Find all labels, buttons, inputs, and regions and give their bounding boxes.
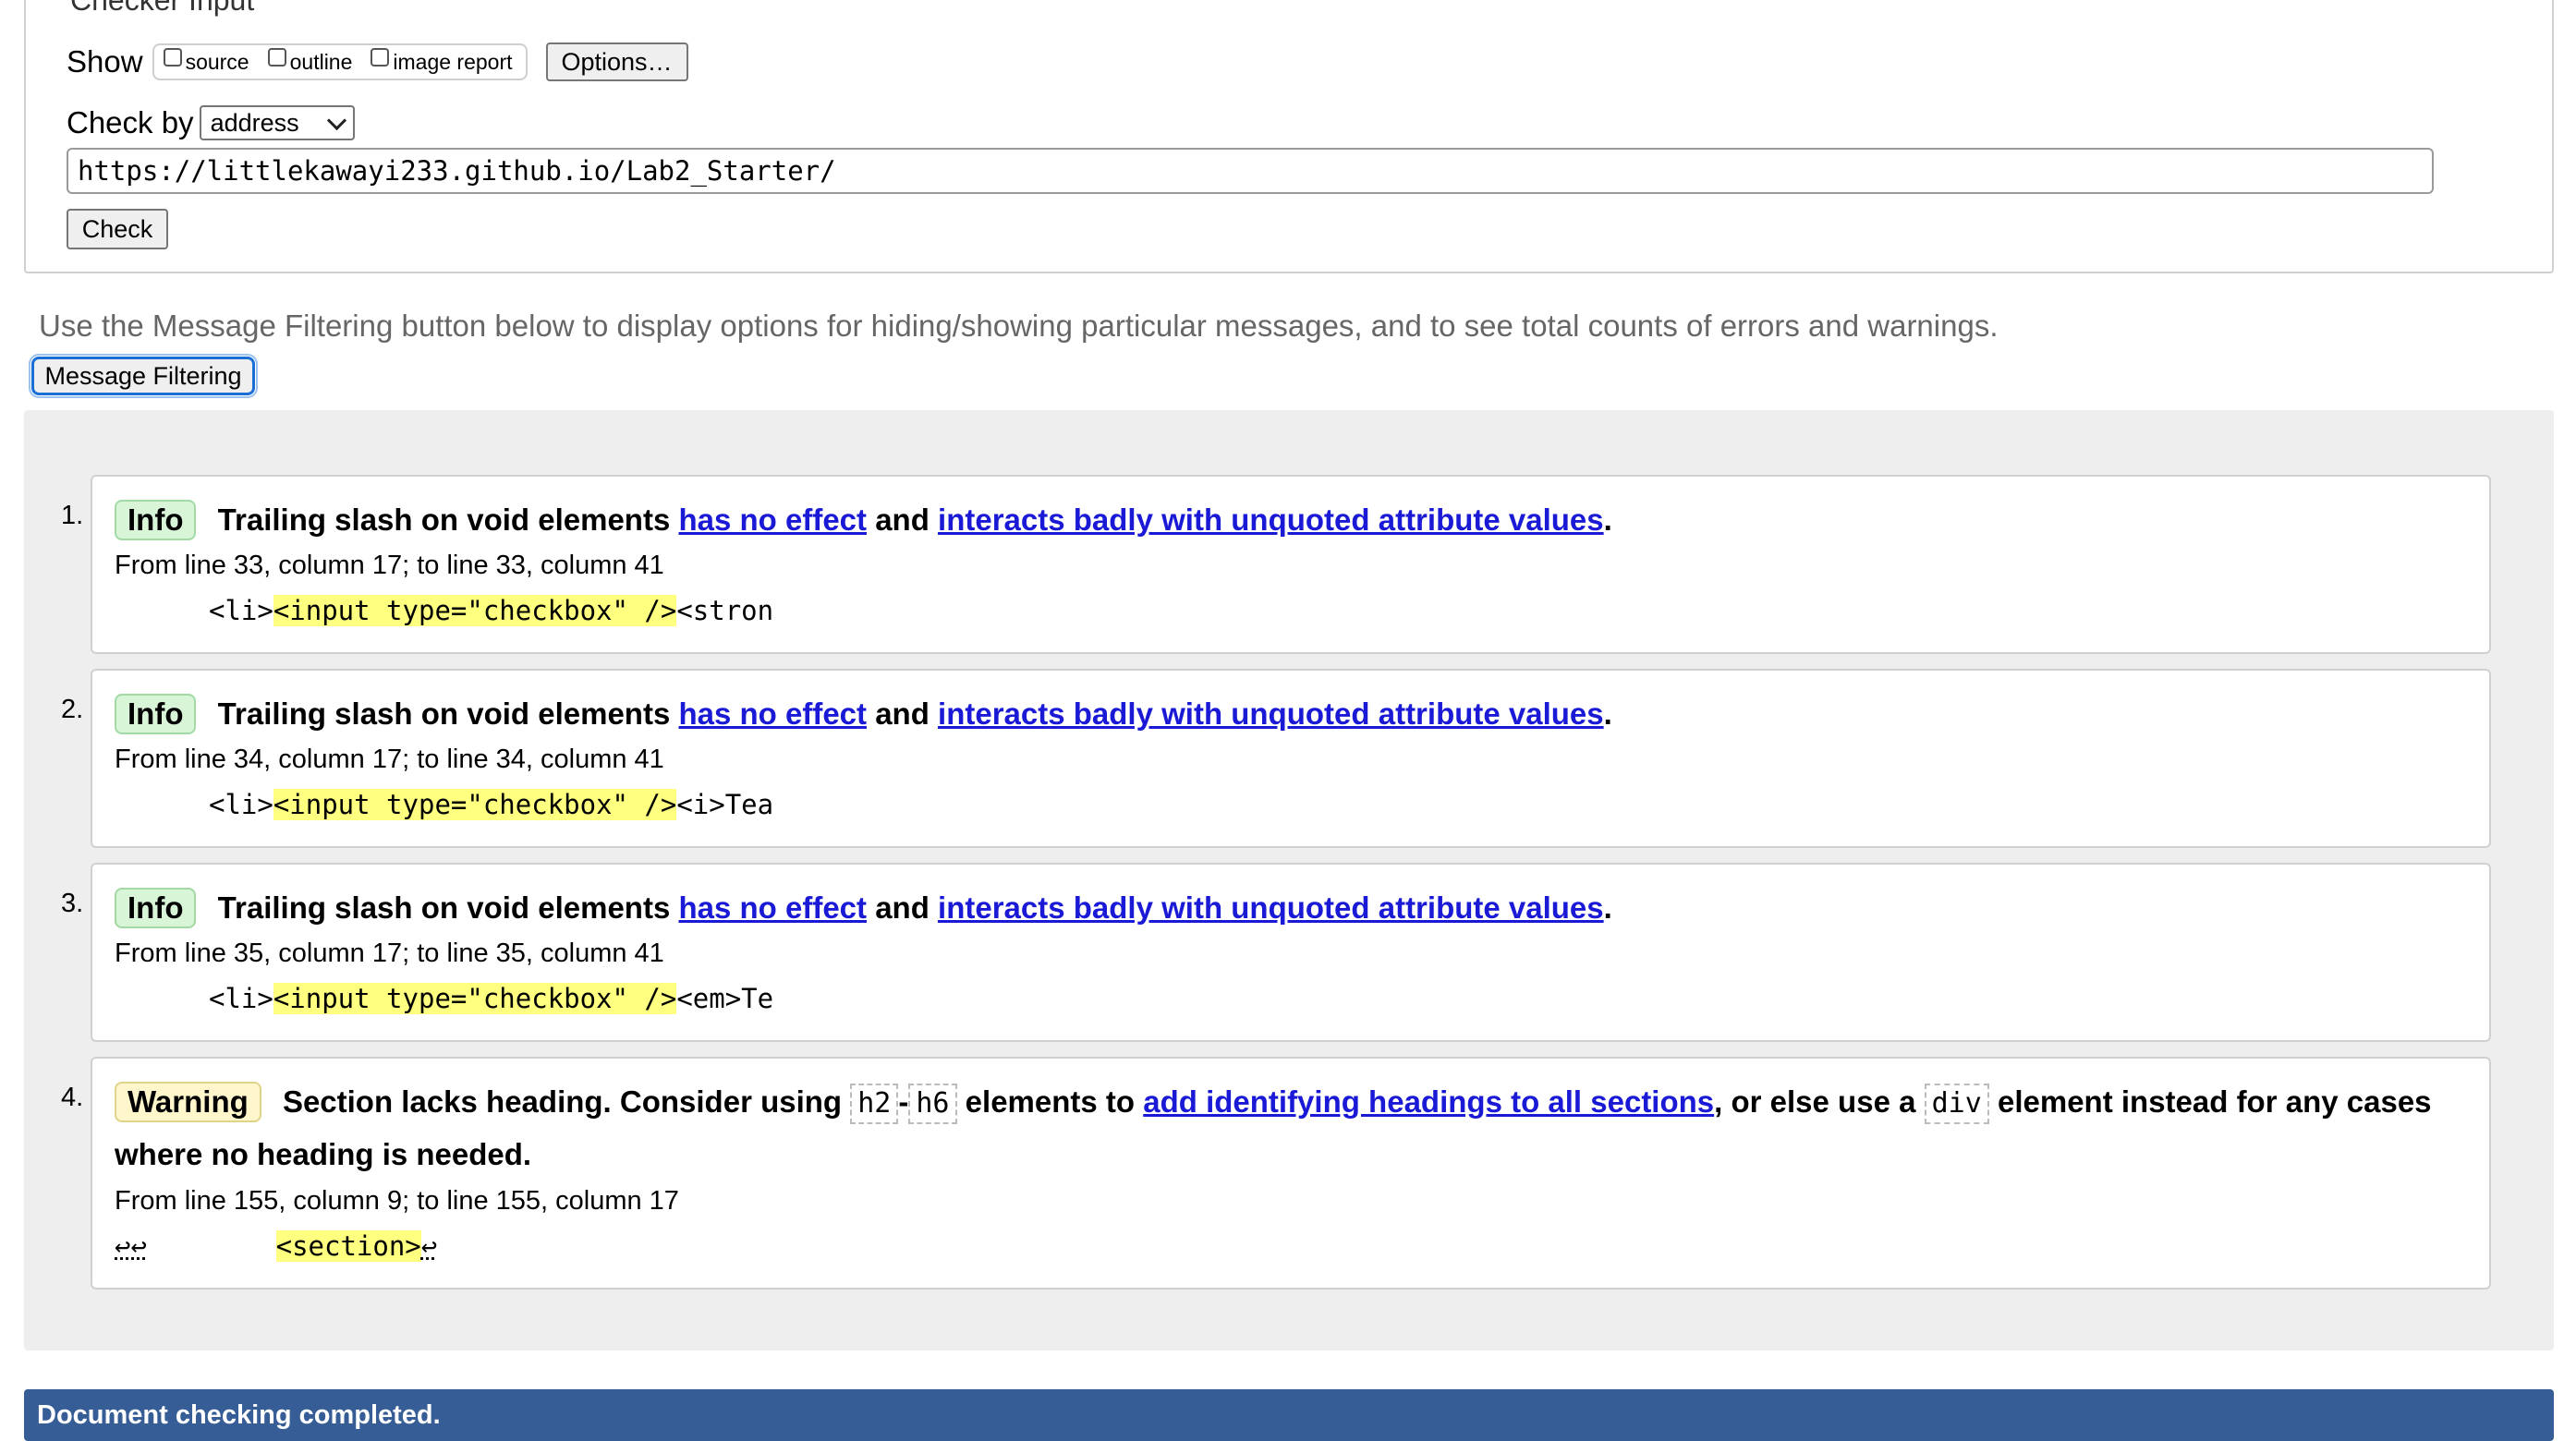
unquoted-attributes-link[interactable]: interacts badly with unquoted attribute … [938,503,1604,537]
message-item: 3. Info Trailing slash on void elements … [61,863,2491,1042]
extract-after: <em>Te [676,983,774,1014]
message-item: 2. Info Trailing slash on void elements … [61,669,2491,848]
message-heading: Info Trailing slash on void elements has… [115,493,2471,546]
no-effect-link[interactable]: has no effect [678,890,867,925]
show-image-report-checkbox[interactable]: image report [371,48,513,75]
message-text: Trailing slash on void elements [217,696,671,731]
message-number: 2. [61,695,84,724]
code-h2: h2 [850,1084,899,1124]
unquoted-attributes-link[interactable]: interacts badly with unquoted attribute … [938,696,1604,731]
message-location: From line 33, column 17; to line 33, col… [115,551,664,580]
extract-before: <li> [209,983,273,1014]
extract-highlight: <input type="checkbox" /> [273,789,677,820]
extract-highlight: <input type="checkbox" /> [273,983,677,1014]
url-input[interactable]: https://littlekawayi233.github.io/Lab2_S… [67,148,2434,194]
show-image-report-label: image report [393,49,513,74]
show-label: Show [67,44,143,79]
message-item: 1. Info Trailing slash on void elements … [61,475,2491,654]
message-location: From line 155, column 9; to line 155, co… [115,1186,679,1216]
message-location: From line 35, column 17; to line 35, col… [115,938,664,968]
code-extract: ↩↩ <section>↩ [115,1230,437,1262]
message-heading: Info Trailing slash on void elements has… [115,881,2471,934]
message-text: Trailing slash on void elements [217,890,671,925]
message-heading: Info Trailing slash on void elements has… [115,687,2471,740]
show-source-label: source [185,49,249,74]
extract-highlight: <input type="checkbox" /> [273,595,677,626]
extract-before: ↩↩ [115,1230,147,1262]
check-by-value: address [210,108,299,137]
code-h6: h6 [908,1084,957,1124]
message-text: . [1603,696,1612,731]
message-location: From line 34, column 17; to line 34, col… [115,745,664,774]
checkbox-box[interactable] [267,48,286,67]
code-div: div [1924,1084,1989,1124]
message-text: . [1603,890,1612,925]
code-extract: <li><input type="checkbox" /><stron [209,595,773,626]
info-badge: Info [115,888,197,928]
show-options-group: source outline image report [152,43,528,80]
status-bar: Document checking completed. [24,1389,2554,1441]
no-effect-link[interactable]: has no effect [678,503,867,537]
code-extract: <li><input type="checkbox" /><em>Te [209,983,773,1014]
message-text: Trailing slash on void elements [217,503,671,537]
extract-before: <li> [209,789,273,820]
message-text: and [875,696,930,731]
extract-after: <i>Tea [676,789,774,820]
message-text: Section lacks heading. Consider using [282,1084,843,1119]
results-panel: 1. Info Trailing slash on void elements … [24,410,2554,1350]
extract-after: <stron [676,595,774,626]
no-effect-link[interactable]: has no effect [678,696,867,731]
show-options-row: Show source outline image report Options… [67,41,688,83]
add-headings-link[interactable]: add identifying headings to all sections [1143,1084,1714,1119]
message-item: 4. Warning Section lacks heading. Consid… [61,1057,2491,1290]
message-text: and [875,503,930,537]
message-text: , or else use a [1714,1084,1916,1119]
message-text: . [1603,503,1612,537]
message-number: 3. [61,889,84,918]
extract-highlight: <section> [275,1230,421,1262]
checkbox-box[interactable] [371,48,390,67]
check-button[interactable]: Check [67,209,168,249]
extract-gap [147,1230,276,1262]
check-by-label: Check by [67,105,194,139]
message-heading: Warning Section lacks heading. Consider … [115,1075,2471,1181]
options-button[interactable]: Options… [545,42,688,81]
message-filtering-button[interactable]: Message Filtering [29,354,258,398]
checker-input-legend: Checker Input [67,0,259,18]
chevron-down-icon [326,110,346,130]
code-extract: <li><input type="checkbox" /><i>Tea [209,789,773,820]
message-text: elements to [965,1084,1136,1119]
message-number: 1. [61,501,84,530]
message-filtering-hint: Use the Message Filtering button below t… [39,309,1999,343]
message-number: 4. [61,1083,84,1112]
check-by-row: Check by address [67,105,355,140]
check-by-select[interactable]: address [199,105,355,140]
extract-after: ↩ [420,1230,438,1262]
extract-before: <li> [209,595,273,626]
show-outline-checkbox[interactable]: outline [267,48,353,75]
info-badge: Info [115,694,197,734]
show-outline-label: outline [289,49,353,74]
range-dash: - [898,1084,909,1119]
checkbox-box[interactable] [163,48,182,67]
info-badge: Info [115,500,197,540]
warning-badge: Warning [115,1082,261,1122]
unquoted-attributes-link[interactable]: interacts badly with unquoted attribute … [938,890,1604,925]
show-source-checkbox[interactable]: source [163,48,249,75]
message-text: and [875,890,930,925]
